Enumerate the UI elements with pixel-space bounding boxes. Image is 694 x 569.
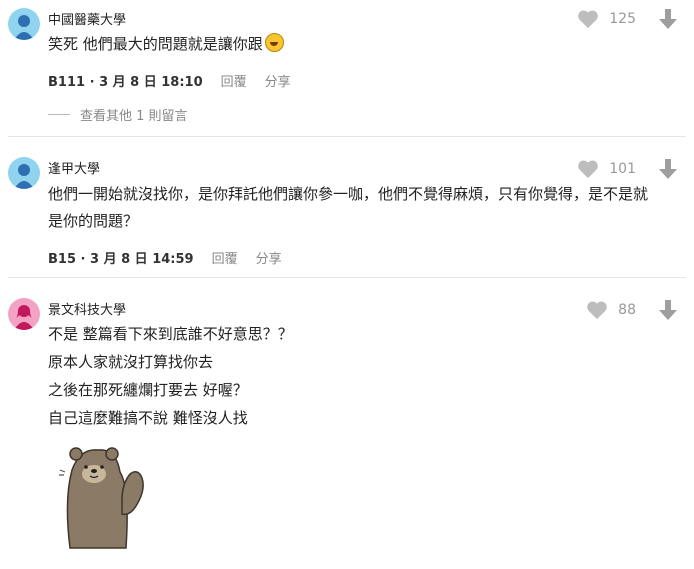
divider <box>8 136 686 137</box>
floor-number: B15 <box>48 252 76 267</box>
like-area: 125 <box>577 8 678 30</box>
timestamp: 3 月 8 日 14:59 <box>90 252 194 267</box>
like-area: 101 <box>577 158 678 180</box>
comment-line: 不是 整篇看下來到底誰不好意思？？ <box>48 325 293 343</box>
comment-line: 他們一開始就沒找你，是你拜託他們讓你參一咖，他們不覺得麻煩，只有你覺得，是不是就 <box>48 185 649 203</box>
arrow-down-icon[interactable] <box>658 158 678 180</box>
avatar[interactable] <box>8 298 40 330</box>
avatar[interactable] <box>8 157 40 189</box>
heart-icon[interactable] <box>577 9 599 29</box>
divider <box>8 277 686 278</box>
comment-line: 是你的問題？ <box>48 212 139 230</box>
avatar[interactable] <box>8 8 40 40</box>
laughing-emoji-icon <box>264 33 284 52</box>
comment-line: 原本人家就沒打算找你去 <box>48 353 214 371</box>
divider-line <box>48 114 70 115</box>
comment-meta: B15 · 3 月 8 日 14:59 回覆 分享 <box>48 248 282 267</box>
like-count: 125 <box>609 11 636 27</box>
share-button[interactable]: 分享 <box>265 71 291 90</box>
school-name[interactable]: 景文科技大學 <box>48 299 126 318</box>
school-name[interactable]: 中國醫藥大學 <box>48 9 126 28</box>
like-count: 88 <box>618 302 636 318</box>
reply-button[interactable]: 回覆 <box>212 248 238 267</box>
reply-button[interactable]: 回覆 <box>221 71 247 90</box>
like-area: 88 <box>586 299 678 321</box>
heart-icon[interactable] <box>586 300 608 320</box>
arrow-down-icon[interactable] <box>658 8 678 30</box>
floor-and-time: B111 · 3 月 8 日 18:10 <box>48 71 203 90</box>
floor-and-time: B15 · 3 月 8 日 14:59 <box>48 248 194 267</box>
floor-number: B111 <box>48 75 86 90</box>
share-button[interactable]: 分享 <box>256 248 282 267</box>
comment-line: 自己這麼難搞不說 難怪沒人找 <box>48 409 248 427</box>
timestamp: 3 月 8 日 18:10 <box>99 75 203 90</box>
comment-line: 之後在那死纏爛打要去 好喔？ <box>48 381 248 399</box>
view-more-replies-link[interactable]: 查看其他 1 則留言 <box>48 105 188 124</box>
separator: · <box>80 252 86 267</box>
comment-line: 笑死 他們最大的問題就是讓你跟 <box>48 35 263 53</box>
bear-sticker <box>59 447 144 549</box>
more-replies-label: 查看其他 1 則留言 <box>80 109 188 124</box>
heart-icon[interactable] <box>577 159 599 179</box>
like-count: 101 <box>609 161 636 177</box>
comment-meta: B111 · 3 月 8 日 18:10 回覆 分享 <box>48 71 291 90</box>
school-name[interactable]: 逢甲大學 <box>48 158 100 177</box>
separator: · <box>89 75 95 90</box>
comment-text: 笑死 他們最大的問題就是讓你跟 <box>48 31 284 58</box>
arrow-down-icon[interactable] <box>658 299 678 321</box>
